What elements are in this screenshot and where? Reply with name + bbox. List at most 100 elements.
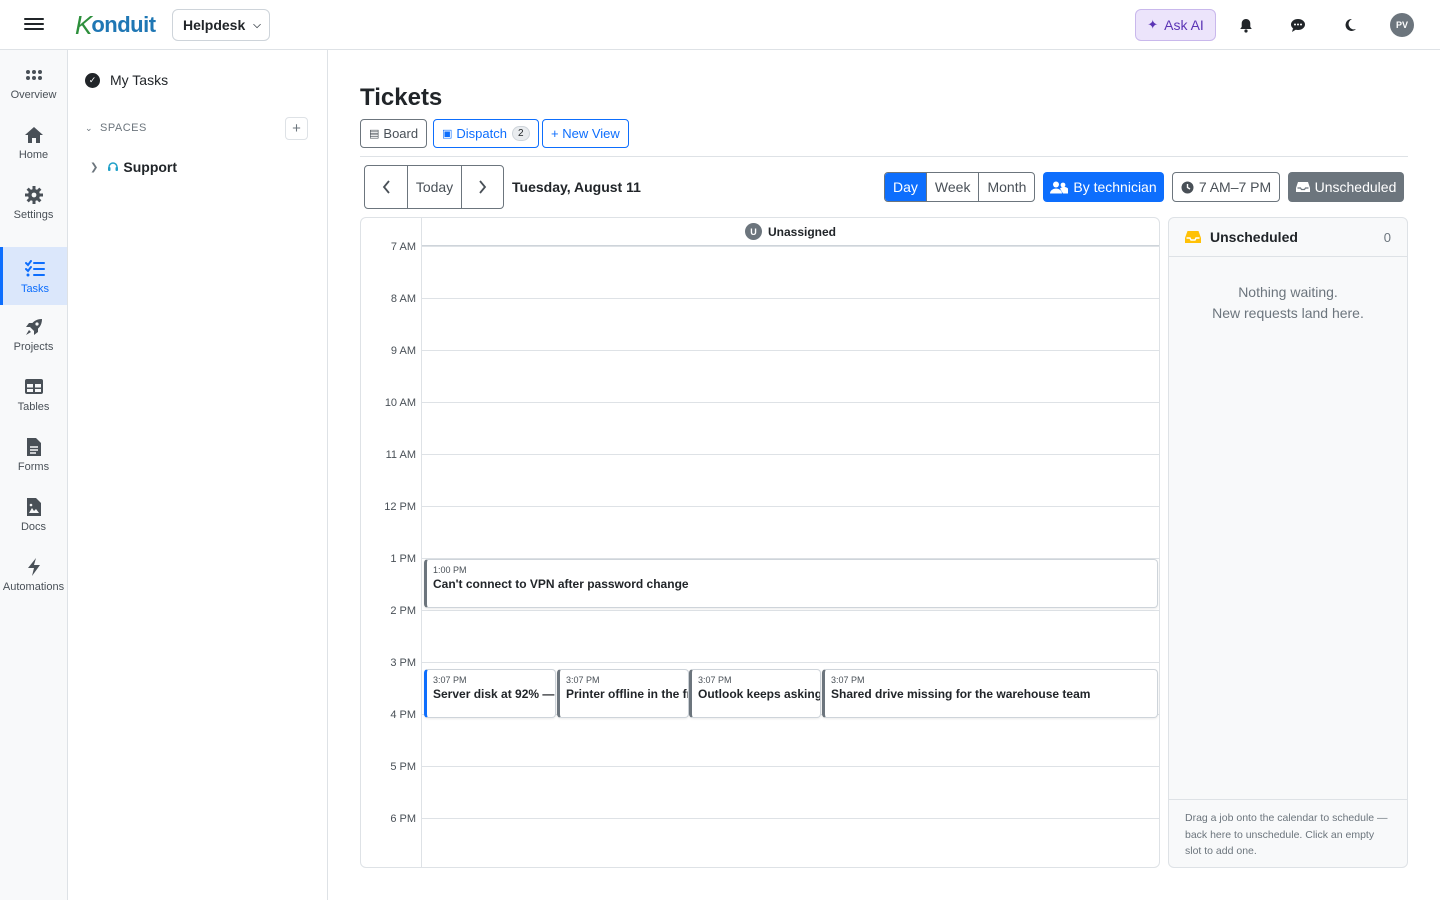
calendar-event[interactable]: 3:07 PM Shared drive missing for the war… bbox=[822, 669, 1158, 718]
chevron-right-icon bbox=[479, 180, 487, 194]
hour-label: 6 PM bbox=[390, 813, 416, 825]
unscheduled-toggle-label: Unscheduled bbox=[1314, 179, 1397, 195]
hours-range-button[interactable]: 7 AM–7 PM bbox=[1172, 172, 1280, 202]
event-time: 3:07 PM bbox=[433, 675, 467, 685]
tasks-icon bbox=[24, 258, 46, 280]
rail-item-home[interactable]: Home bbox=[0, 113, 67, 171]
form-icon bbox=[23, 436, 45, 458]
hours-range-label: 7 AM–7 PM bbox=[1198, 179, 1272, 195]
view-tab-label: Dispatch bbox=[456, 126, 507, 141]
range-toggle: Day Week Month bbox=[884, 172, 1036, 202]
hour-label: 7 AM bbox=[390, 241, 416, 253]
rail-item-automations[interactable]: Automations bbox=[0, 545, 67, 603]
next-day-button[interactable] bbox=[461, 166, 503, 208]
unscheduled-help-text: Drag a job onto the calendar to schedule… bbox=[1169, 799, 1407, 867]
today-button[interactable]: Today bbox=[407, 166, 461, 208]
calendar-event[interactable]: 3:07 PM Printer offline in the frc bbox=[557, 669, 689, 718]
rail-item-tables[interactable]: Tables bbox=[0, 365, 67, 423]
technician-avatar: U bbox=[744, 223, 762, 240]
event-time: 3:07 PM bbox=[831, 675, 865, 685]
hour-label: 10 AM bbox=[384, 397, 416, 409]
rail-label: Settings bbox=[13, 208, 54, 221]
dispatch-calendar: U Unassigned 7 AM 8 AM 9 AM 10 AM 11 AM … bbox=[360, 217, 1160, 868]
event-time: 1:00 PM bbox=[433, 565, 467, 575]
by-technician-button[interactable]: By technician bbox=[1043, 172, 1164, 202]
home-icon bbox=[23, 124, 45, 146]
spaces-header[interactable]: ⌄ SPACES bbox=[85, 122, 147, 134]
event-title: Outlook keeps asking fc bbox=[698, 687, 821, 701]
grid-icon bbox=[23, 64, 45, 86]
workspace-select[interactable]: Helpdesk ⌵ bbox=[172, 9, 270, 41]
unscheduled-title: Unscheduled bbox=[1210, 229, 1298, 245]
table-icon bbox=[23, 376, 45, 398]
rail-label: Projects bbox=[13, 340, 54, 353]
menu-icon[interactable] bbox=[24, 15, 44, 35]
prev-day-button[interactable] bbox=[365, 166, 407, 208]
view-tab-board[interactable]: ▤ Board bbox=[360, 119, 428, 148]
new-view-button[interactable]: + New View bbox=[542, 119, 629, 148]
hour-line bbox=[422, 662, 1159, 663]
calendar-event[interactable]: 1:00 PM Can't connect to VPN after passw… bbox=[424, 559, 1158, 608]
inbox-icon bbox=[1295, 182, 1310, 192]
range-week-button[interactable]: Week bbox=[925, 173, 979, 201]
ask-ai-button[interactable]: ✦ Ask AI bbox=[1135, 9, 1216, 41]
brand-logo[interactable]: Konduit bbox=[75, 10, 156, 40]
logo-letter: K bbox=[75, 9, 93, 40]
chevron-right-icon[interactable]: ❯ bbox=[90, 162, 98, 173]
event-time: 3:07 PM bbox=[698, 675, 732, 685]
range-month-button[interactable]: Month bbox=[978, 173, 1034, 201]
view-tab-dispatch[interactable]: ▣ Dispatch 2 bbox=[433, 119, 539, 148]
bolt-icon bbox=[23, 556, 45, 578]
unscheduled-panel[interactable]: Unscheduled 0 Nothing waiting. New reque… bbox=[1168, 217, 1408, 868]
hour-line bbox=[422, 610, 1159, 611]
space-item-support[interactable]: ❯ Support bbox=[90, 159, 177, 175]
tabs-divider bbox=[360, 156, 1408, 157]
hour-line bbox=[422, 350, 1159, 351]
gear-icon bbox=[23, 184, 45, 206]
hour-label: 9 AM bbox=[390, 345, 416, 357]
view-count-badge: 2 bbox=[511, 126, 530, 141]
calendar-event[interactable]: 3:07 PM Outlook keeps asking fc bbox=[689, 669, 821, 718]
add-space-button[interactable]: + bbox=[285, 117, 308, 140]
top-bar: Konduit Helpdesk ⌵ ✦ Ask AI PV bbox=[0, 0, 1440, 50]
moon-icon[interactable] bbox=[1339, 14, 1361, 36]
chat-icon[interactable] bbox=[1287, 14, 1309, 36]
event-title: Can't connect to VPN after password chan… bbox=[433, 577, 689, 591]
empty-state-line: Nothing waiting. bbox=[1238, 284, 1338, 300]
user-avatar[interactable]: PV bbox=[1390, 13, 1414, 37]
rail-item-settings[interactable]: Settings bbox=[0, 173, 67, 231]
hour-line bbox=[422, 766, 1159, 767]
unscheduled-toggle-button[interactable]: Unscheduled bbox=[1288, 172, 1404, 202]
unscheduled-empty-state: Nothing waiting. New requests land here. bbox=[1169, 282, 1407, 324]
doc-image-icon bbox=[23, 496, 45, 518]
rail-item-projects[interactable]: Projects bbox=[0, 305, 67, 363]
hour-label: 4 PM bbox=[390, 709, 416, 721]
technician-column-header: U Unassigned bbox=[422, 218, 1159, 246]
magic-wand-icon: ✦ bbox=[1147, 17, 1159, 32]
check-circle-icon: ✓ bbox=[85, 72, 100, 88]
page-title: Tickets bbox=[360, 84, 443, 111]
headset-icon bbox=[108, 162, 119, 171]
range-day-button[interactable]: Day bbox=[885, 173, 926, 201]
hour-label: 1 PM bbox=[390, 553, 416, 565]
rail-item-tasks[interactable]: Tasks bbox=[0, 247, 67, 305]
my-tasks-link[interactable]: ✓ My Tasks bbox=[85, 72, 168, 88]
hour-line bbox=[422, 246, 1159, 247]
rail-label: Automations bbox=[2, 580, 65, 593]
hour-line bbox=[422, 818, 1159, 819]
rail-item-docs[interactable]: Docs bbox=[0, 485, 67, 543]
calendar-event[interactable]: 3:07 PM Server disk at 92% — n bbox=[424, 669, 556, 718]
spaces-panel: ✓ My Tasks ⌄ SPACES + ❯ Support bbox=[68, 50, 328, 900]
rail-label: Tasks bbox=[20, 282, 50, 295]
event-title: Server disk at 92% — n bbox=[433, 687, 556, 701]
hour-line bbox=[422, 298, 1159, 299]
workspace-label: Helpdesk bbox=[183, 17, 246, 33]
unscheduled-header: Unscheduled 0 bbox=[1169, 218, 1407, 257]
rail-item-overview[interactable]: Overview bbox=[0, 53, 67, 111]
hour-label: 11 AM bbox=[385, 449, 416, 461]
inbox-icon bbox=[1185, 231, 1201, 243]
current-date-label: Tuesday, August 11 bbox=[512, 179, 641, 195]
rail-item-forms[interactable]: Forms bbox=[0, 425, 67, 483]
bell-icon[interactable] bbox=[1235, 14, 1257, 36]
by-technician-label: By technician bbox=[1073, 179, 1157, 195]
